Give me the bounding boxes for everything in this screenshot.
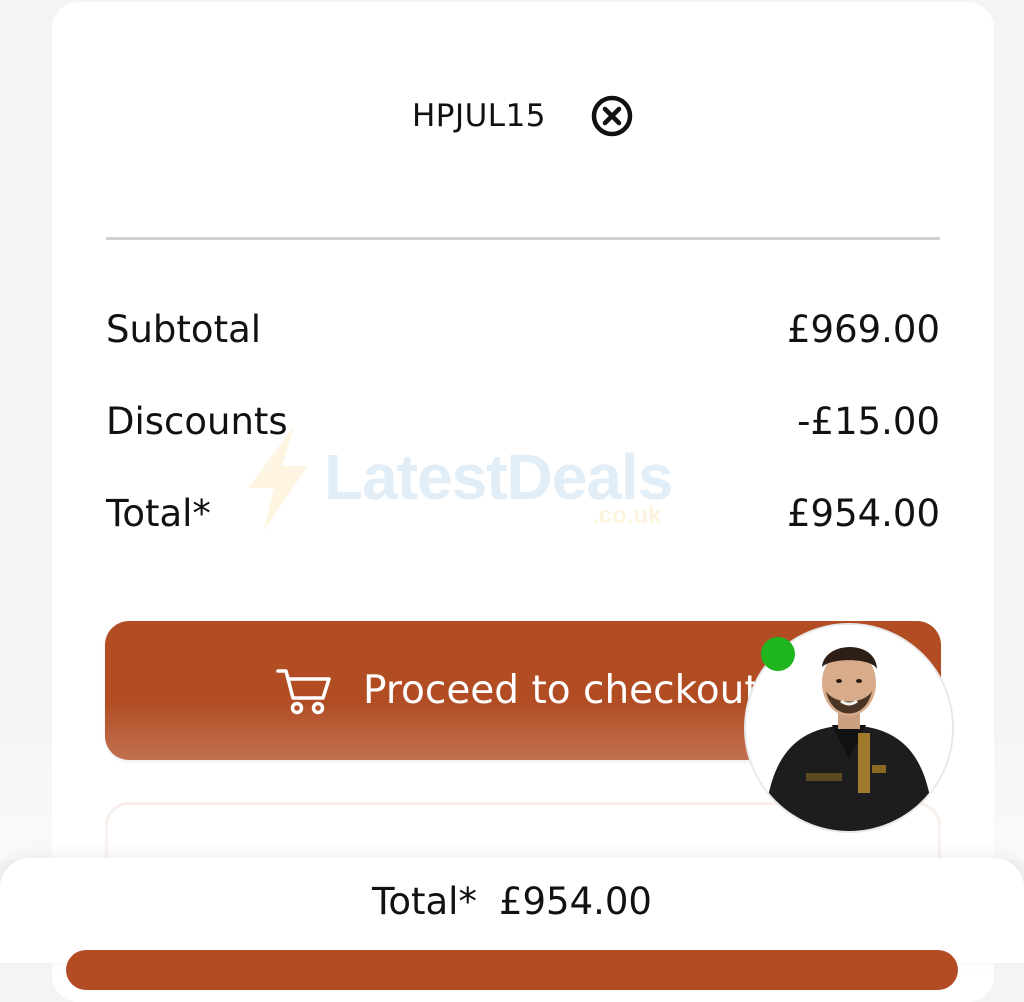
- shopping-cart-icon: [275, 666, 333, 716]
- close-circle-icon: [591, 95, 633, 137]
- subtotal-value: £969.00: [786, 307, 940, 351]
- sticky-checkout-button[interactable]: [66, 950, 958, 990]
- coupon-code: HPJUL15: [411, 98, 547, 134]
- total-label: Total*: [106, 491, 211, 535]
- subtotal-label: Subtotal: [106, 307, 262, 351]
- applied-coupon: HPJUL15: [52, 88, 994, 144]
- subtotal-row: Subtotal £969.00: [106, 304, 940, 354]
- remove-coupon-button[interactable]: [590, 94, 634, 138]
- basket-summary-card: HPJUL15 Subtotal £969.00 Discounts -£15.…: [52, 2, 994, 1002]
- sticky-total-label: Total*: [372, 880, 477, 923]
- discounts-row: Discounts -£15.00: [106, 396, 940, 446]
- checkout-button-label: Proceed to checkout: [363, 668, 760, 713]
- divider: [106, 237, 940, 240]
- sticky-checkout-bar: Total* £954.00: [0, 858, 1024, 990]
- discounts-value: -£15.00: [797, 399, 940, 443]
- total-row: Total* £954.00: [106, 488, 940, 538]
- discounts-label: Discounts: [106, 399, 288, 443]
- total-value: £954.00: [786, 491, 940, 535]
- online-status-indicator: [761, 637, 795, 671]
- sticky-total: Total* £954.00: [0, 880, 1024, 923]
- sticky-total-value: £954.00: [498, 880, 652, 923]
